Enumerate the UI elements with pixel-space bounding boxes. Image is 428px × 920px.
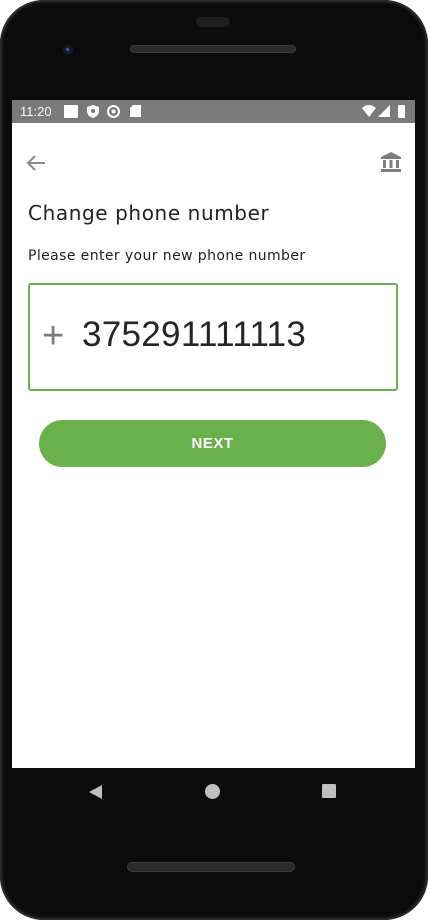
shield-icon [87, 105, 99, 118]
notification-square-icon [64, 105, 78, 118]
status-bar: 11:20 [12, 100, 415, 123]
nav-home-icon[interactable] [205, 784, 220, 799]
bottom-speaker [127, 862, 295, 872]
arrow-left-icon[interactable] [25, 152, 47, 174]
phone-number-field[interactable]: + 375291111113 [28, 283, 398, 391]
cell-signal-icon [378, 105, 390, 117]
status-time: 11:20 [20, 104, 52, 119]
device-frame: 11:20 Change phone number Please enter y… [0, 0, 428, 920]
battery-icon [398, 105, 405, 118]
sd-card-icon [130, 105, 141, 117]
earpiece [130, 45, 296, 53]
bank-icon[interactable] [380, 151, 402, 173]
app-screen: 11:20 Change phone number Please enter y… [12, 100, 415, 768]
data-saver-icon [107, 105, 120, 118]
wifi-icon [362, 105, 376, 117]
top-speaker [196, 17, 230, 27]
page-subtitle: Please enter your new phone number [28, 248, 306, 264]
page-title: Change phone number [28, 201, 270, 225]
phone-number-value[interactable]: 375291111113 [82, 315, 306, 355]
front-camera [60, 42, 76, 58]
next-button[interactable]: NEXT [39, 420, 386, 467]
country-code-prefix: + [42, 315, 65, 357]
nav-recents-icon[interactable] [322, 784, 336, 798]
nav-back-icon[interactable] [88, 784, 104, 800]
